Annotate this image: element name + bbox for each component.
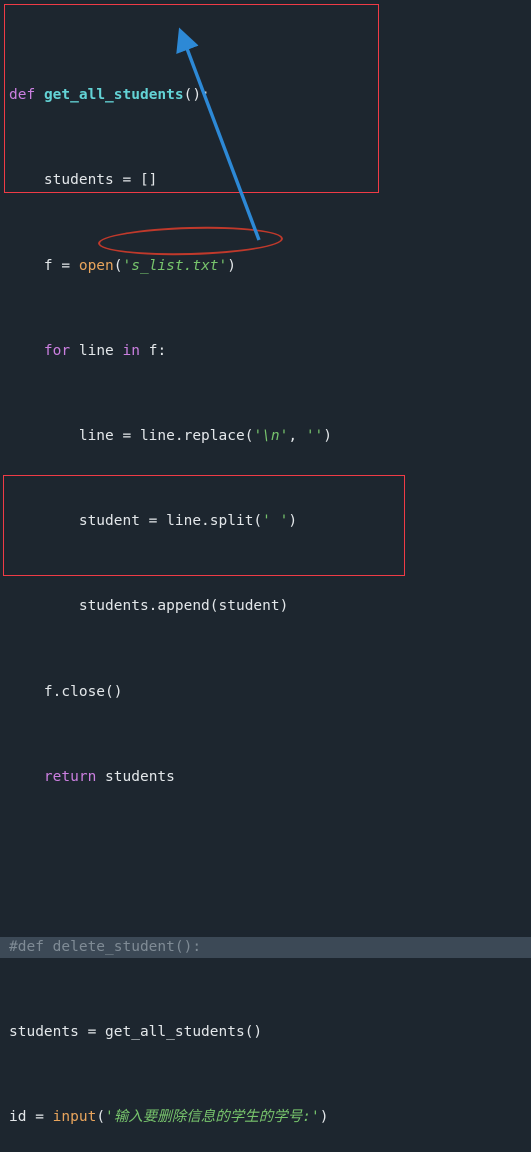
- code-line[interactable]: students.append(student): [0, 596, 531, 617]
- code-line[interactable]: id = input('输入要删除信息的学生的学号:'): [0, 1107, 531, 1128]
- code-line-highlighted[interactable]: #def delete_student():: [0, 937, 531, 959]
- code-line[interactable]: return students: [0, 767, 531, 788]
- token-comment: #def delete_student():: [9, 939, 202, 956]
- code-line[interactable]: f.close(): [0, 682, 531, 703]
- code-line[interactable]: students = get_all_students(): [0, 1022, 531, 1043]
- code-line-blank[interactable]: [0, 852, 531, 873]
- code-editor-screenshot: def get_all_students(): students = [] f …: [0, 0, 531, 1125]
- annotation-blue-arrow: [176, 27, 261, 241]
